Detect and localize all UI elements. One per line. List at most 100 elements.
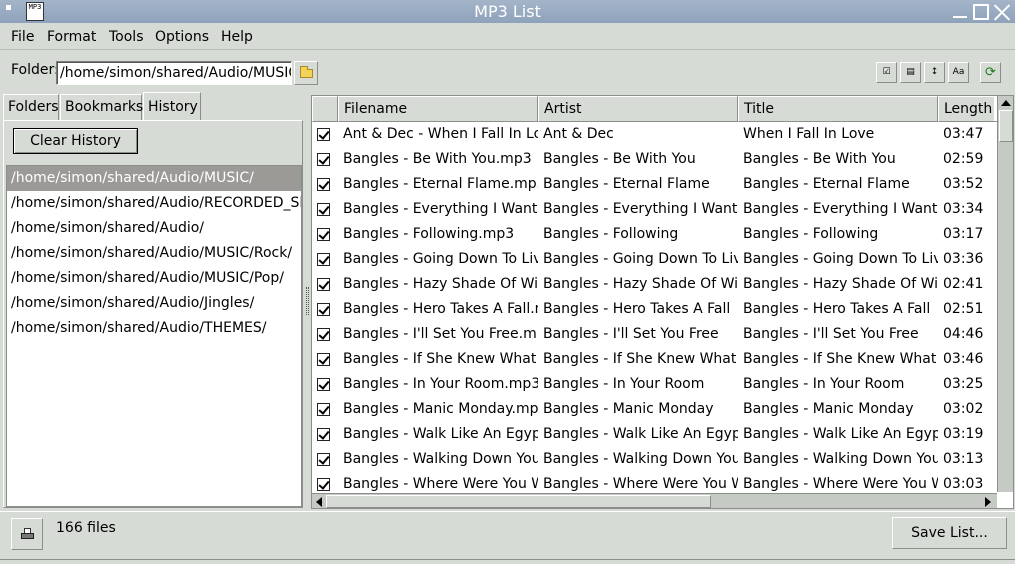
history-item[interactable]: /home/simon/shared/Audio/RECORDED_SHO	[7, 191, 301, 216]
window-title: MP3 List	[474, 2, 541, 21]
row-checkbox[interactable]	[317, 228, 330, 241]
file-table: Filename Artist Title Length Ant & Dec -…	[311, 95, 1014, 509]
table-row[interactable]: Bangles - Everything I Want.m Bangles - E…	[312, 197, 994, 222]
history-item[interactable]: /home/simon/shared/Audio/Jingles/	[7, 291, 301, 316]
columns-button[interactable]: ▤	[900, 62, 921, 83]
browse-folder-button[interactable]	[294, 61, 318, 85]
table-row[interactable]: Bangles - Going Down To Liv.m Bangles - G…	[312, 247, 994, 272]
row-checkbox[interactable]	[317, 203, 330, 216]
cell-title: Bangles - Walk Like An Egyp	[743, 426, 938, 442]
scroll-up-icon[interactable]	[1001, 100, 1011, 106]
row-checkbox[interactable]	[317, 378, 330, 391]
cell-filename: Ant & Dec - When I Fall In Lov	[343, 126, 538, 142]
row-checkbox[interactable]	[317, 328, 330, 341]
print-button[interactable]	[11, 518, 43, 550]
row-checkbox[interactable]	[317, 303, 330, 316]
select-all-button[interactable]: ☑	[876, 62, 897, 83]
menu-options[interactable]: Options	[155, 29, 209, 45]
cell-artist: Bangles - Walk Like An Egyp	[543, 426, 738, 442]
vertical-scroll-thumb[interactable]	[999, 110, 1013, 142]
row-checkbox-cell	[312, 222, 338, 247]
row-checkbox[interactable]	[317, 128, 330, 141]
row-checkbox[interactable]	[317, 428, 330, 441]
cell-filename: Bangles - Following.mp3	[343, 226, 515, 242]
table-row[interactable]: Bangles - Walking Down Your. Bangles - Wa…	[312, 447, 994, 472]
table-row[interactable]: Bangles - Following.mp3 Bangles - Followi…	[312, 222, 994, 247]
history-list[interactable]: /home/simon/shared/Audio/MUSIC//home/sim…	[6, 165, 302, 507]
splitter-handle[interactable]	[306, 287, 309, 315]
table-header: Filename Artist Title Length	[312, 96, 998, 122]
column-header-length[interactable]: Length	[938, 96, 998, 122]
tab-history[interactable]: History	[143, 92, 201, 120]
tab-folders[interactable]: Folders	[3, 94, 59, 120]
row-checkbox[interactable]	[317, 478, 330, 491]
menu-tools[interactable]: Tools	[109, 29, 144, 45]
row-checkbox[interactable]	[317, 278, 330, 291]
save-list-button[interactable]: Save List...	[892, 517, 1007, 549]
table-row[interactable]: Bangles - Walk Like An Egyp.m Bangles - W…	[312, 422, 994, 447]
row-checkbox[interactable]	[317, 253, 330, 266]
history-item[interactable]: /home/simon/shared/Audio/MUSIC/Pop/	[7, 266, 301, 291]
maximize-icon[interactable]	[973, 4, 989, 20]
sort-button[interactable]: ↕	[924, 62, 945, 83]
history-item[interactable]: /home/simon/shared/Audio/MUSIC/Rock/	[7, 241, 301, 266]
column-header-artist[interactable]: Artist	[538, 96, 738, 122]
table-row[interactable]: Bangles - Manic Monday.mp3 Bangles - Mani…	[312, 397, 994, 422]
horizontal-scrollbar[interactable]	[312, 493, 997, 508]
column-header-filename[interactable]: Filename	[338, 96, 538, 122]
horizontal-scroll-thumb[interactable]	[326, 495, 711, 508]
folder-icon	[300, 66, 313, 78]
menu-file[interactable]: File	[11, 29, 34, 45]
row-checkbox[interactable]	[317, 153, 330, 166]
close-icon[interactable]	[993, 3, 1011, 21]
refresh-icon: ⟳	[985, 65, 996, 80]
row-checkbox[interactable]	[317, 178, 330, 191]
row-checkbox-cell	[312, 297, 338, 322]
row-checkbox[interactable]	[317, 403, 330, 416]
table-row[interactable]: Bangles - If She Knew What . Bangles - If…	[312, 347, 994, 372]
history-panel: Clear History /home/simon/shared/Audio/M…	[3, 120, 303, 508]
tab-bookmarks[interactable]: Bookmarks	[60, 94, 143, 120]
cell-filename: Bangles - Walking Down Your.	[343, 451, 538, 467]
table-row[interactable]: Bangles - Hero Takes A Fall.m Bangles - H…	[312, 297, 994, 322]
table-row[interactable]: Bangles - I'll Set You Free.mp Bangles - …	[312, 322, 994, 347]
cell-filename: Bangles - If She Knew What .	[343, 351, 538, 367]
cell-length: 03:02	[943, 401, 984, 417]
column-header-title[interactable]: Title	[738, 96, 938, 122]
row-checkbox-cell	[312, 122, 338, 147]
column-header-check[interactable]	[312, 96, 338, 122]
row-checkbox[interactable]	[317, 353, 330, 366]
folder-path-input[interactable]: /home/simon/shared/Audio/MUSIC/	[56, 61, 292, 85]
table-row[interactable]: Bangles - Be With You.mp3 Bangles - Be Wi…	[312, 147, 994, 172]
cell-length: 02:41	[943, 276, 984, 292]
cell-title: Bangles - Manic Monday	[743, 401, 914, 417]
cell-title: Bangles - Following	[743, 226, 879, 242]
cell-length: 03:46	[943, 351, 984, 367]
clear-history-button[interactable]: Clear History	[13, 128, 138, 154]
row-checkbox[interactable]	[317, 453, 330, 466]
table-row[interactable]: Bangles - In Your Room.mp3 Bangles - In Y…	[312, 372, 994, 397]
vertical-scrollbar[interactable]	[997, 96, 1013, 492]
minimize-icon[interactable]	[951, 3, 969, 21]
cell-title: Bangles - In Your Room	[743, 376, 905, 392]
history-item[interactable]: /home/simon/shared/Audio/THEMES/	[7, 316, 301, 341]
row-checkbox-cell	[312, 422, 338, 447]
scroll-left-icon[interactable]	[316, 497, 322, 507]
cell-title: Bangles - Walking Down Your	[743, 451, 938, 467]
menu-format[interactable]: Format	[47, 29, 96, 45]
menu-help[interactable]: Help	[221, 29, 253, 45]
cell-length: 04:46	[943, 326, 984, 342]
cell-length: 03:03	[943, 476, 984, 492]
cell-length: 03:17	[943, 226, 984, 242]
window-bottom-edge	[0, 559, 1015, 564]
table-row[interactable]: Bangles - Hazy Shade Of Win Bangles - Haz…	[312, 272, 994, 297]
cell-filename: Bangles - Hero Takes A Fall.m	[343, 301, 538, 317]
refresh-button[interactable]: ⟳	[980, 62, 1001, 83]
table-row[interactable]: Ant & Dec - When I Fall In Lov Ant & Dec W…	[312, 122, 994, 147]
table-row[interactable]: Bangles - Eternal Flame.mp3 Bangles - Ete…	[312, 172, 994, 197]
font-button[interactable]: Aa	[948, 62, 969, 83]
table-row[interactable]: Bangles - Where Were You W Bangles - Wher…	[312, 472, 994, 492]
history-item[interactable]: /home/simon/shared/Audio/	[7, 216, 301, 241]
scroll-right-icon[interactable]	[985, 497, 991, 507]
history-item[interactable]: /home/simon/shared/Audio/MUSIC/	[7, 166, 301, 191]
